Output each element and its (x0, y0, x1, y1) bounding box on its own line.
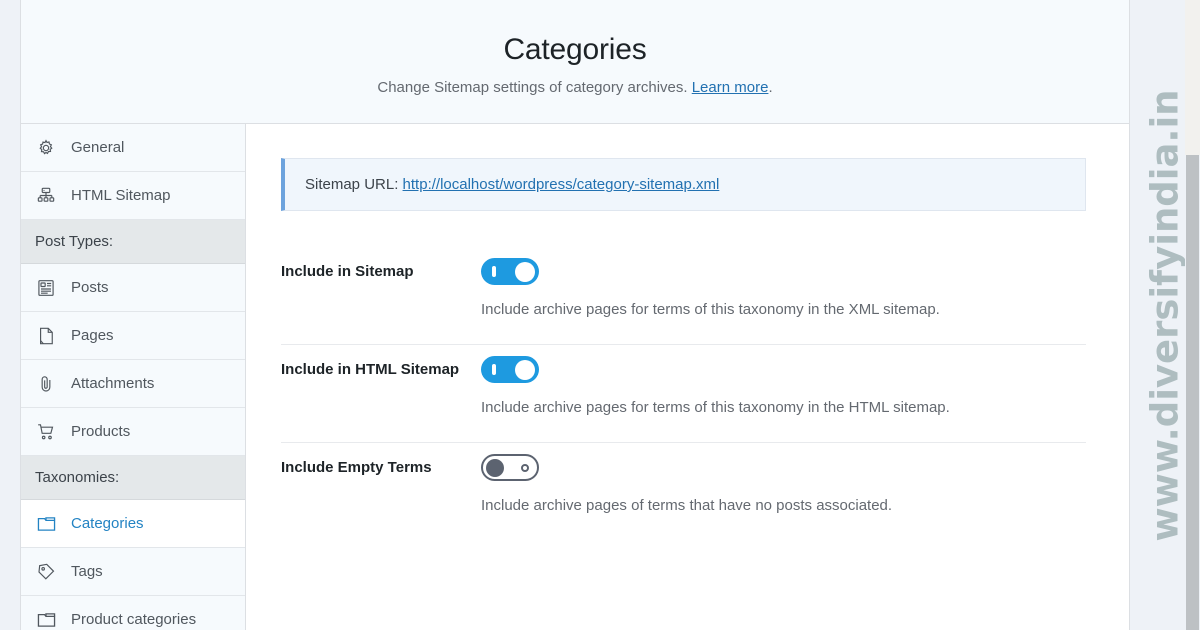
vertical-scrollbar-thumb[interactable] (1186, 155, 1199, 630)
cart-icon (35, 421, 57, 443)
page-subtitle-suffix: . (768, 79, 773, 96)
settings-card: Categories Change Sitemap settings of ca… (20, 0, 1130, 630)
setting-row-include-in-html-sitemap: Include in HTML Sitemap Include archive p… (281, 344, 1086, 442)
sidebar-item-label: HTML Sitemap (71, 187, 171, 204)
sitemap-url-link[interactable]: http://localhost/wordpress/category-site… (403, 176, 720, 193)
sidebar-item-posts[interactable]: Posts (21, 264, 245, 312)
learn-more-link[interactable]: Learn more (692, 79, 769, 96)
gear-icon (35, 137, 57, 159)
sidebar-section-label: Taxonomies: (35, 469, 120, 486)
folder-icon (35, 513, 57, 535)
sidebar-section-post-types: Post Types: (21, 220, 245, 264)
card-header: Categories Change Sitemap settings of ca… (21, 0, 1129, 124)
folder-icon (35, 609, 57, 630)
sidebar-section-taxonomies: Taxonomies: (21, 456, 245, 500)
post-icon (35, 277, 57, 299)
sidebar-item-attachments[interactable]: Attachments (21, 360, 245, 408)
sidebar-item-label: Posts (71, 279, 109, 296)
scrollbar-top-cap (1185, 0, 1200, 155)
sitemap-url-prefix: Sitemap URL: (305, 176, 403, 193)
setting-label: Include Empty Terms (281, 459, 432, 476)
setting-description: Include archive pages for terms of this … (481, 399, 950, 416)
setting-label: Include in HTML Sitemap (281, 361, 460, 378)
page-icon (35, 325, 57, 347)
sitemap-icon (35, 185, 57, 207)
toggle-knob (515, 359, 535, 380)
sidebar-item-label: Categories (71, 515, 144, 532)
settings-content: Sitemap URL: http://localhost/wordpress/… (246, 124, 1129, 630)
sidebar-item-label: Products (71, 423, 131, 440)
setting-row-top: Include Empty Terms (281, 443, 1086, 481)
sidebar-item-general[interactable]: General (21, 124, 245, 172)
sidebar-section-label: Post Types: (35, 233, 114, 250)
page-subtitle: Change Sitemap settings of category arch… (377, 79, 772, 96)
sidebar-item-html-sitemap[interactable]: HTML Sitemap (21, 172, 245, 220)
sidebar-item-label: General (71, 139, 125, 156)
paperclip-icon (35, 373, 57, 395)
sidebar-item-tags[interactable]: Tags (21, 548, 245, 596)
vertical-scrollbar-track[interactable] (1185, 0, 1200, 630)
toggle-mark-icon (492, 364, 496, 375)
sidebar-item-pages[interactable]: Pages (21, 312, 245, 360)
page-subtitle-text: Change Sitemap settings of category arch… (377, 79, 688, 96)
tag-icon (35, 561, 57, 583)
toggle-mark-icon (492, 266, 496, 277)
sidebar-item-label: Pages (71, 327, 114, 344)
toggle-knob (486, 458, 504, 477)
sidebar-item-label: Product categories (71, 611, 197, 628)
toggle-knob (515, 261, 535, 282)
setting-row-top: Include in HTML Sitemap (281, 345, 1086, 383)
card-body: General HTML Sitemap Post Types: Posts Pages… (21, 124, 1129, 630)
page-title: Categories (503, 33, 647, 66)
toggle-mark-icon (521, 464, 529, 472)
setting-row-include-empty-terms: Include Empty Terms Include archive pages… (281, 442, 1086, 540)
toggle-include-in-html-sitemap[interactable] (481, 356, 539, 383)
sidebar-item-label: Tags (71, 563, 103, 580)
sidebar-item-categories[interactable]: Categories (21, 500, 245, 548)
toggle-include-in-sitemap[interactable] (481, 258, 539, 285)
sitemap-url-notice: Sitemap URL: http://localhost/wordpress/… (281, 158, 1086, 211)
screenshot-root: Categories Change Sitemap settings of ca… (0, 0, 1200, 630)
settings-sidebar: General HTML Sitemap Post Types: Posts Pages… (21, 124, 246, 630)
setting-row-include-in-sitemap: Include in Sitemap Include archive pages … (281, 247, 1086, 344)
setting-description: Include archive pages for terms of this … (481, 301, 940, 318)
setting-label: Include in Sitemap (281, 263, 414, 280)
sidebar-item-label: Attachments (71, 375, 155, 392)
sidebar-item-product-categories[interactable]: Product categories (21, 596, 245, 630)
sidebar-item-products[interactable]: Products (21, 408, 245, 456)
settings-list: Include in Sitemap Include archive pages … (281, 247, 1104, 540)
setting-description: Include archive pages of terms that have… (481, 497, 893, 514)
setting-row-top: Include in Sitemap (281, 247, 1086, 285)
toggle-include-empty-terms[interactable] (481, 454, 539, 481)
